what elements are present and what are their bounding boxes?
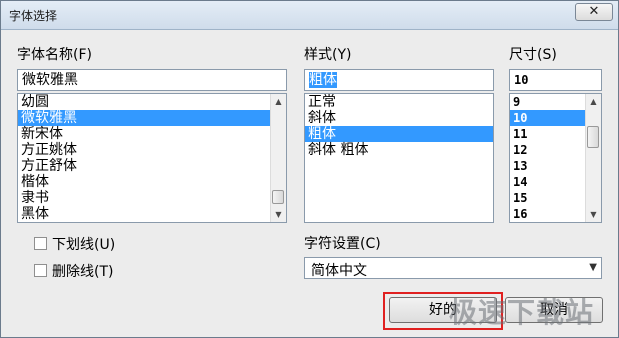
style-items: 正常 斜体 粗体 斜体 粗体	[305, 94, 493, 158]
scroll-thumb[interactable]	[272, 190, 284, 204]
font-name-item[interactable]: 隶书	[18, 190, 286, 206]
font-name-item[interactable]: 黑体	[18, 206, 286, 222]
title-bar: 字体选择 ✕	[1, 1, 618, 30]
style-input-value: 粗体	[309, 72, 337, 88]
font-name-items: 幼圆 微软雅黑 新宋体 方正姚体 方正舒体 楷体 隶书 黑体	[18, 94, 286, 222]
style-item[interactable]: 斜体	[305, 110, 493, 126]
font-name-label: 字体名称(F)	[17, 47, 92, 63]
scroll-up-icon[interactable]: ▲	[586, 94, 601, 109]
close-button[interactable]: ✕	[575, 3, 613, 21]
strikeout-label: 删除线(T)	[52, 264, 114, 280]
underline-label: 下划线(U)	[52, 237, 116, 253]
font-select-dialog: 字体选择 ✕ 字体名称(F) 微软雅黑 幼圆 微软雅黑 新宋体 方正姚体 方正舒体 楷体隶…	[0, 0, 619, 338]
chevron-down-icon: ▼	[589, 262, 597, 273]
underline-checkbox[interactable]	[34, 237, 47, 250]
size-input[interactable]: 10	[509, 69, 602, 91]
font-name-item[interactable]: 方正舒体	[18, 158, 286, 174]
style-label: 样式(Y)	[304, 47, 352, 63]
style-item[interactable]: 粗体	[305, 126, 493, 142]
font-name-input[interactable]: 微软雅黑	[17, 69, 287, 91]
scroll-up-icon[interactable]: ▲	[271, 94, 286, 109]
style-input[interactable]: 粗体	[304, 69, 494, 91]
style-item[interactable]: 斜体 粗体	[305, 142, 493, 158]
size-list-scrollbar[interactable]: ▲ ▼	[585, 94, 601, 222]
font-name-item[interactable]: 方正姚体	[18, 142, 286, 158]
scroll-down-icon[interactable]: ▼	[586, 207, 601, 222]
charset-select[interactable]: 简体中文 ▼	[304, 257, 602, 279]
charset-label: 字符设置(C)	[304, 236, 381, 252]
font-name-list[interactable]: 幼圆 微软雅黑 新宋体 方正姚体 方正舒体 楷体 隶书 黑体 ▲ ▼	[17, 93, 287, 223]
charset-value: 简体中文	[311, 263, 367, 279]
window-title: 字体选择	[9, 9, 58, 23]
font-name-item[interactable]: 新宋体	[18, 126, 286, 142]
strikeout-checkbox[interactable]	[34, 264, 47, 277]
style-list[interactable]: 正常 斜体 粗体 斜体 粗体	[304, 93, 494, 223]
scroll-down-icon[interactable]: ▼	[271, 207, 286, 222]
watermark-text: 极速下载站	[449, 296, 595, 329]
font-name-item[interactable]: 幼圆	[18, 94, 286, 110]
scroll-thumb[interactable]	[587, 126, 599, 148]
style-item[interactable]: 正常	[305, 94, 493, 110]
size-label: 尺寸(S)	[509, 47, 557, 63]
font-name-item[interactable]: 微软雅黑	[18, 110, 286, 126]
size-list[interactable]: 9 10 11 12 13 14 15 16 ▲ ▼	[509, 93, 602, 223]
font-list-scrollbar[interactable]: ▲ ▼	[270, 94, 286, 222]
font-name-item[interactable]: 楷体	[18, 174, 286, 190]
